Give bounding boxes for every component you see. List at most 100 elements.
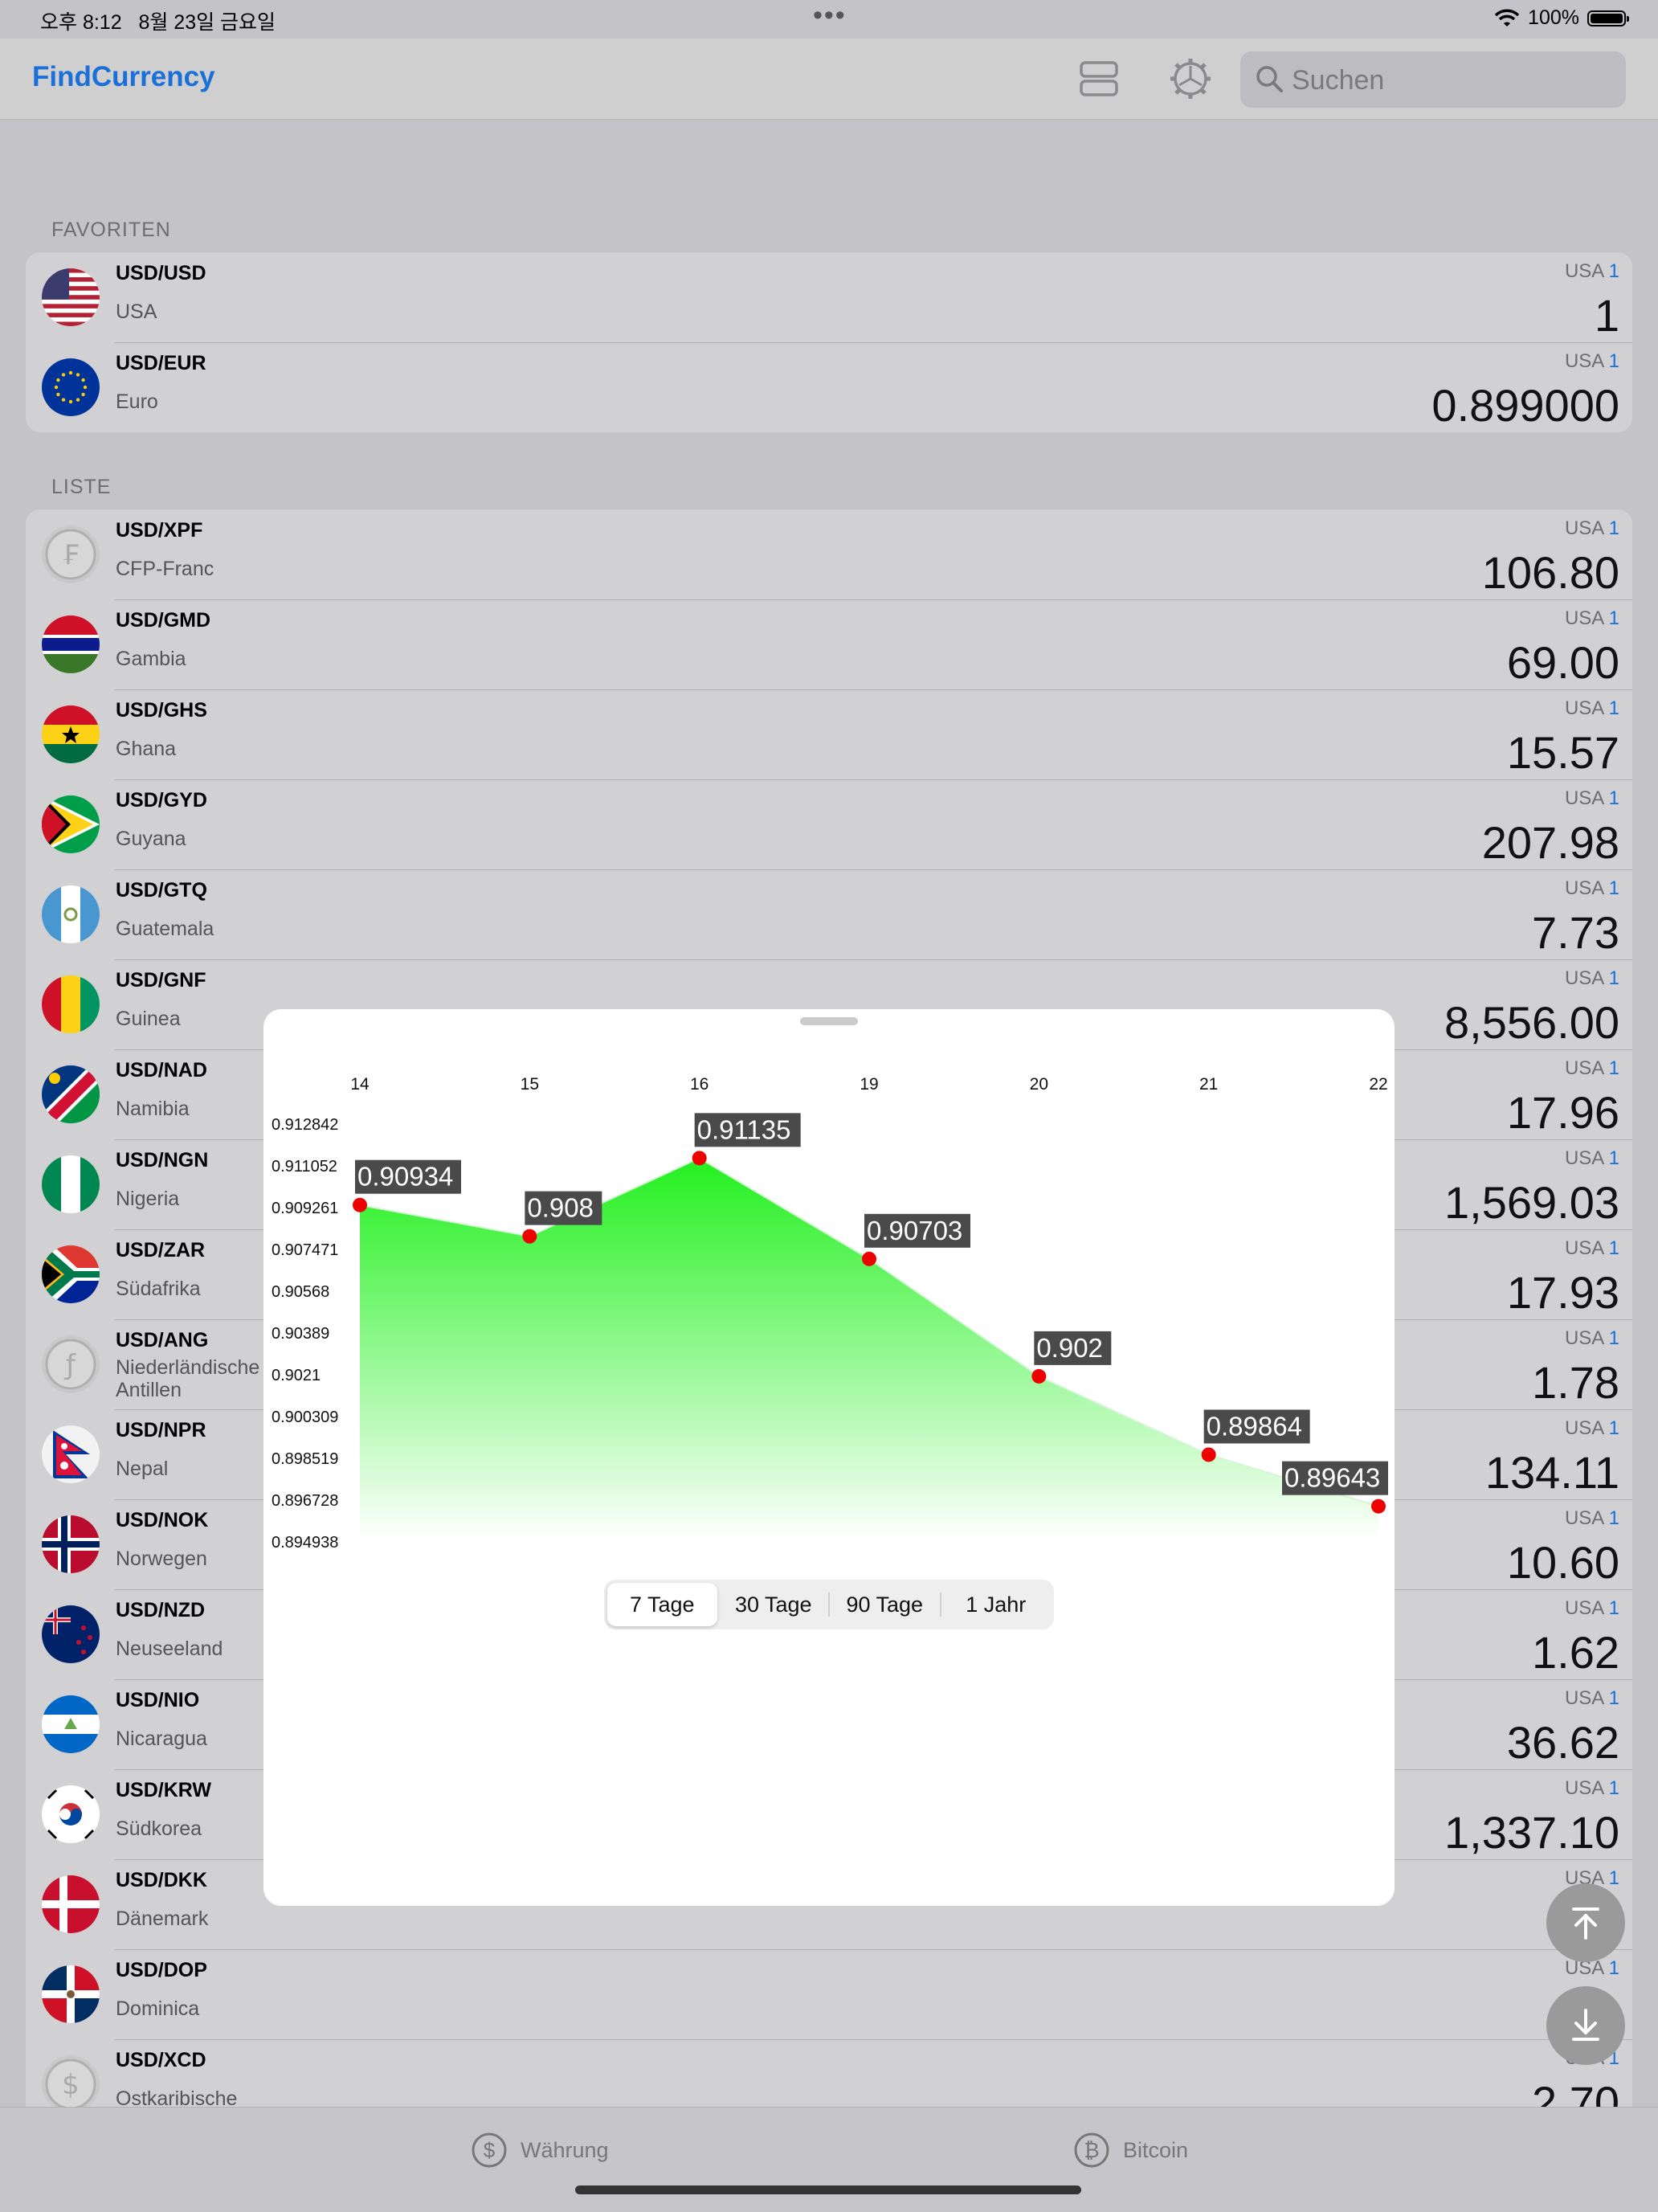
base-amount: USA 1	[1565, 607, 1619, 630]
home-indicator[interactable]	[575, 2185, 1081, 2194]
favorites-list: USD/USD USA USA 1 1 USD/EUR Euro USA 1 0…	[26, 252, 1632, 432]
multitasking-dots[interactable]: •••	[813, 0, 847, 31]
row-separator	[114, 1949, 1632, 1950]
currency-pair: USD/KRW	[116, 1779, 211, 1801]
currency-pair: USD/NAD	[116, 1059, 207, 1081]
currency-row[interactable]: USD/GTQ Guatemala USA 1 7.73	[26, 869, 1632, 959]
data-point	[522, 1229, 537, 1244]
battery-percent: 100%	[1528, 6, 1579, 29]
currency-name: Nepal	[116, 1458, 169, 1480]
base-country: USA	[1564, 517, 1603, 539]
data-label: 0.90934	[357, 1162, 453, 1192]
base-value: 1	[1608, 1057, 1619, 1079]
base-amount: USA 1	[1565, 1507, 1619, 1530]
data-point	[692, 1151, 707, 1166]
base-country: USA	[1564, 1777, 1603, 1799]
currency-name: USA	[116, 301, 157, 323]
base-amount: USA 1	[1565, 1687, 1619, 1710]
range-option[interactable]: 1 Jahr	[941, 1583, 1052, 1626]
exchange-rate: 1.62	[1532, 1627, 1619, 1678]
currency-name: Dominica	[116, 1997, 200, 2020]
scroll-bottom-button[interactable]	[1546, 1986, 1625, 2065]
base-value: 1	[1608, 1867, 1619, 1889]
exchange-rate: 8,556.00	[1444, 997, 1619, 1048]
exchange-rate: 134.11	[1484, 1447, 1619, 1498]
base-value: 1	[1608, 877, 1619, 899]
layout-rows-icon[interactable]	[1076, 56, 1121, 101]
range-option[interactable]: 7 Tage	[607, 1583, 717, 1626]
currency-name: Guinea	[116, 1008, 181, 1030]
base-country: USA	[1564, 967, 1603, 989]
currency-row[interactable]: USD/EUR Euro USA 1 0.899000	[26, 342, 1632, 432]
y-tick-label: 0.896728	[272, 1492, 338, 1510]
search-bar[interactable]	[1240, 51, 1626, 108]
currency-pair: USD/ZAR	[116, 1239, 206, 1261]
y-tick-label: 0.894938	[272, 1534, 338, 1552]
search-input[interactable]	[1290, 61, 1615, 100]
currency-name: Dänemark	[116, 1907, 209, 1930]
base-value: 1	[1608, 1327, 1619, 1349]
svg-text:₣: ₣	[62, 539, 80, 571]
data-point	[862, 1251, 876, 1266]
scroll-top-button[interactable]	[1546, 1883, 1625, 1962]
base-amount: USA 1	[1565, 1147, 1619, 1170]
status-right: 100%	[1494, 6, 1629, 30]
range-option[interactable]: 90 Tage	[830, 1583, 940, 1626]
base-value: 1	[1608, 1687, 1619, 1709]
x-tick-label: 22	[1369, 1075, 1387, 1094]
currency-pair: USD/NPR	[116, 1419, 206, 1441]
battery-icon	[1587, 10, 1629, 27]
status-time: 오후 8:12 8월 23일 금요일	[40, 11, 276, 34]
data-label: 0.89643	[1284, 1463, 1380, 1493]
currency-pair: USD/GMD	[116, 609, 211, 632]
currency-row[interactable]: USD/GHS Ghana USA 1 15.57	[26, 689, 1632, 779]
currency-row[interactable]: USD/GMD Gambia USA 1 69.00	[26, 599, 1632, 689]
x-tick-label: 20	[1030, 1075, 1048, 1094]
y-tick-label: 0.90568	[272, 1283, 329, 1301]
flag-gh-icon	[42, 705, 100, 763]
exchange-rate: 36.62	[1506, 1717, 1619, 1768]
currency-pair: USD/DKK	[116, 1869, 207, 1891]
data-label: 0.908	[527, 1193, 594, 1223]
data-point	[1201, 1447, 1216, 1462]
currency-name: Neuseeland	[116, 1638, 223, 1660]
x-tick-label: 14	[350, 1075, 370, 1094]
base-value: 1	[1608, 787, 1619, 809]
exchange-rate: 207.98	[1481, 817, 1619, 868]
base-amount: USA 1	[1565, 877, 1619, 900]
currency-row[interactable]: ₣ USD/XPF CFP-Franc USA 1 106.80	[26, 509, 1632, 599]
exchange-rate: 1	[1594, 290, 1619, 341]
data-label: 0.91135	[697, 1114, 791, 1144]
exchange-rate: 0.899000	[1431, 380, 1619, 431]
data-label: 0.89864	[1207, 1411, 1302, 1441]
tab-waehrung[interactable]: $ Währung	[471, 2132, 609, 2169]
list-header: LISTE	[51, 476, 112, 498]
y-tick-label: 0.898519	[272, 1450, 338, 1468]
base-value: 1	[1608, 1507, 1619, 1529]
settings-gear-icon[interactable]	[1168, 56, 1213, 101]
flag-dk-icon	[42, 1875, 100, 1933]
currency-pair: USD/NIO	[116, 1689, 200, 1711]
base-amount: USA 1	[1565, 787, 1619, 810]
base-amount: USA 1	[1565, 1327, 1619, 1350]
currency-pair: USD/XPF	[116, 519, 203, 542]
exchange-rate: 15.57	[1506, 727, 1619, 778]
svg-text:₿: ₿	[1084, 2138, 1099, 2162]
y-tick-label: 0.900309	[272, 1409, 338, 1426]
range-segmented-control[interactable]: 7 Tage 30 Tage 90 Tage 1 Jahr	[604, 1580, 1054, 1629]
base-amount: USA 1	[1565, 517, 1619, 540]
base-country: USA	[1564, 1687, 1603, 1709]
currency-row[interactable]: USD/DOP Dominica USA 1 59	[26, 1949, 1632, 2039]
currency-row[interactable]: USD/GYD Guyana USA 1 207.98	[26, 779, 1632, 869]
data-point	[1371, 1499, 1386, 1514]
currency-row[interactable]: USD/USD USA USA 1 1	[26, 252, 1632, 342]
bitcoin-circle-icon: ₿	[1074, 2132, 1109, 2168]
flag-gy-icon	[42, 795, 100, 853]
base-amount: USA 1	[1565, 967, 1619, 990]
tab-bitcoin[interactable]: ₿ Bitcoin	[1073, 2132, 1188, 2169]
tab-bar: $ Währung ₿ Bitcoin	[0, 2107, 1658, 2212]
base-amount: USA 1	[1565, 1597, 1619, 1620]
flag-no-icon	[42, 1515, 100, 1573]
range-option[interactable]: 30 Tage	[719, 1583, 829, 1626]
exchange-rate: 1.78	[1532, 1357, 1619, 1408]
